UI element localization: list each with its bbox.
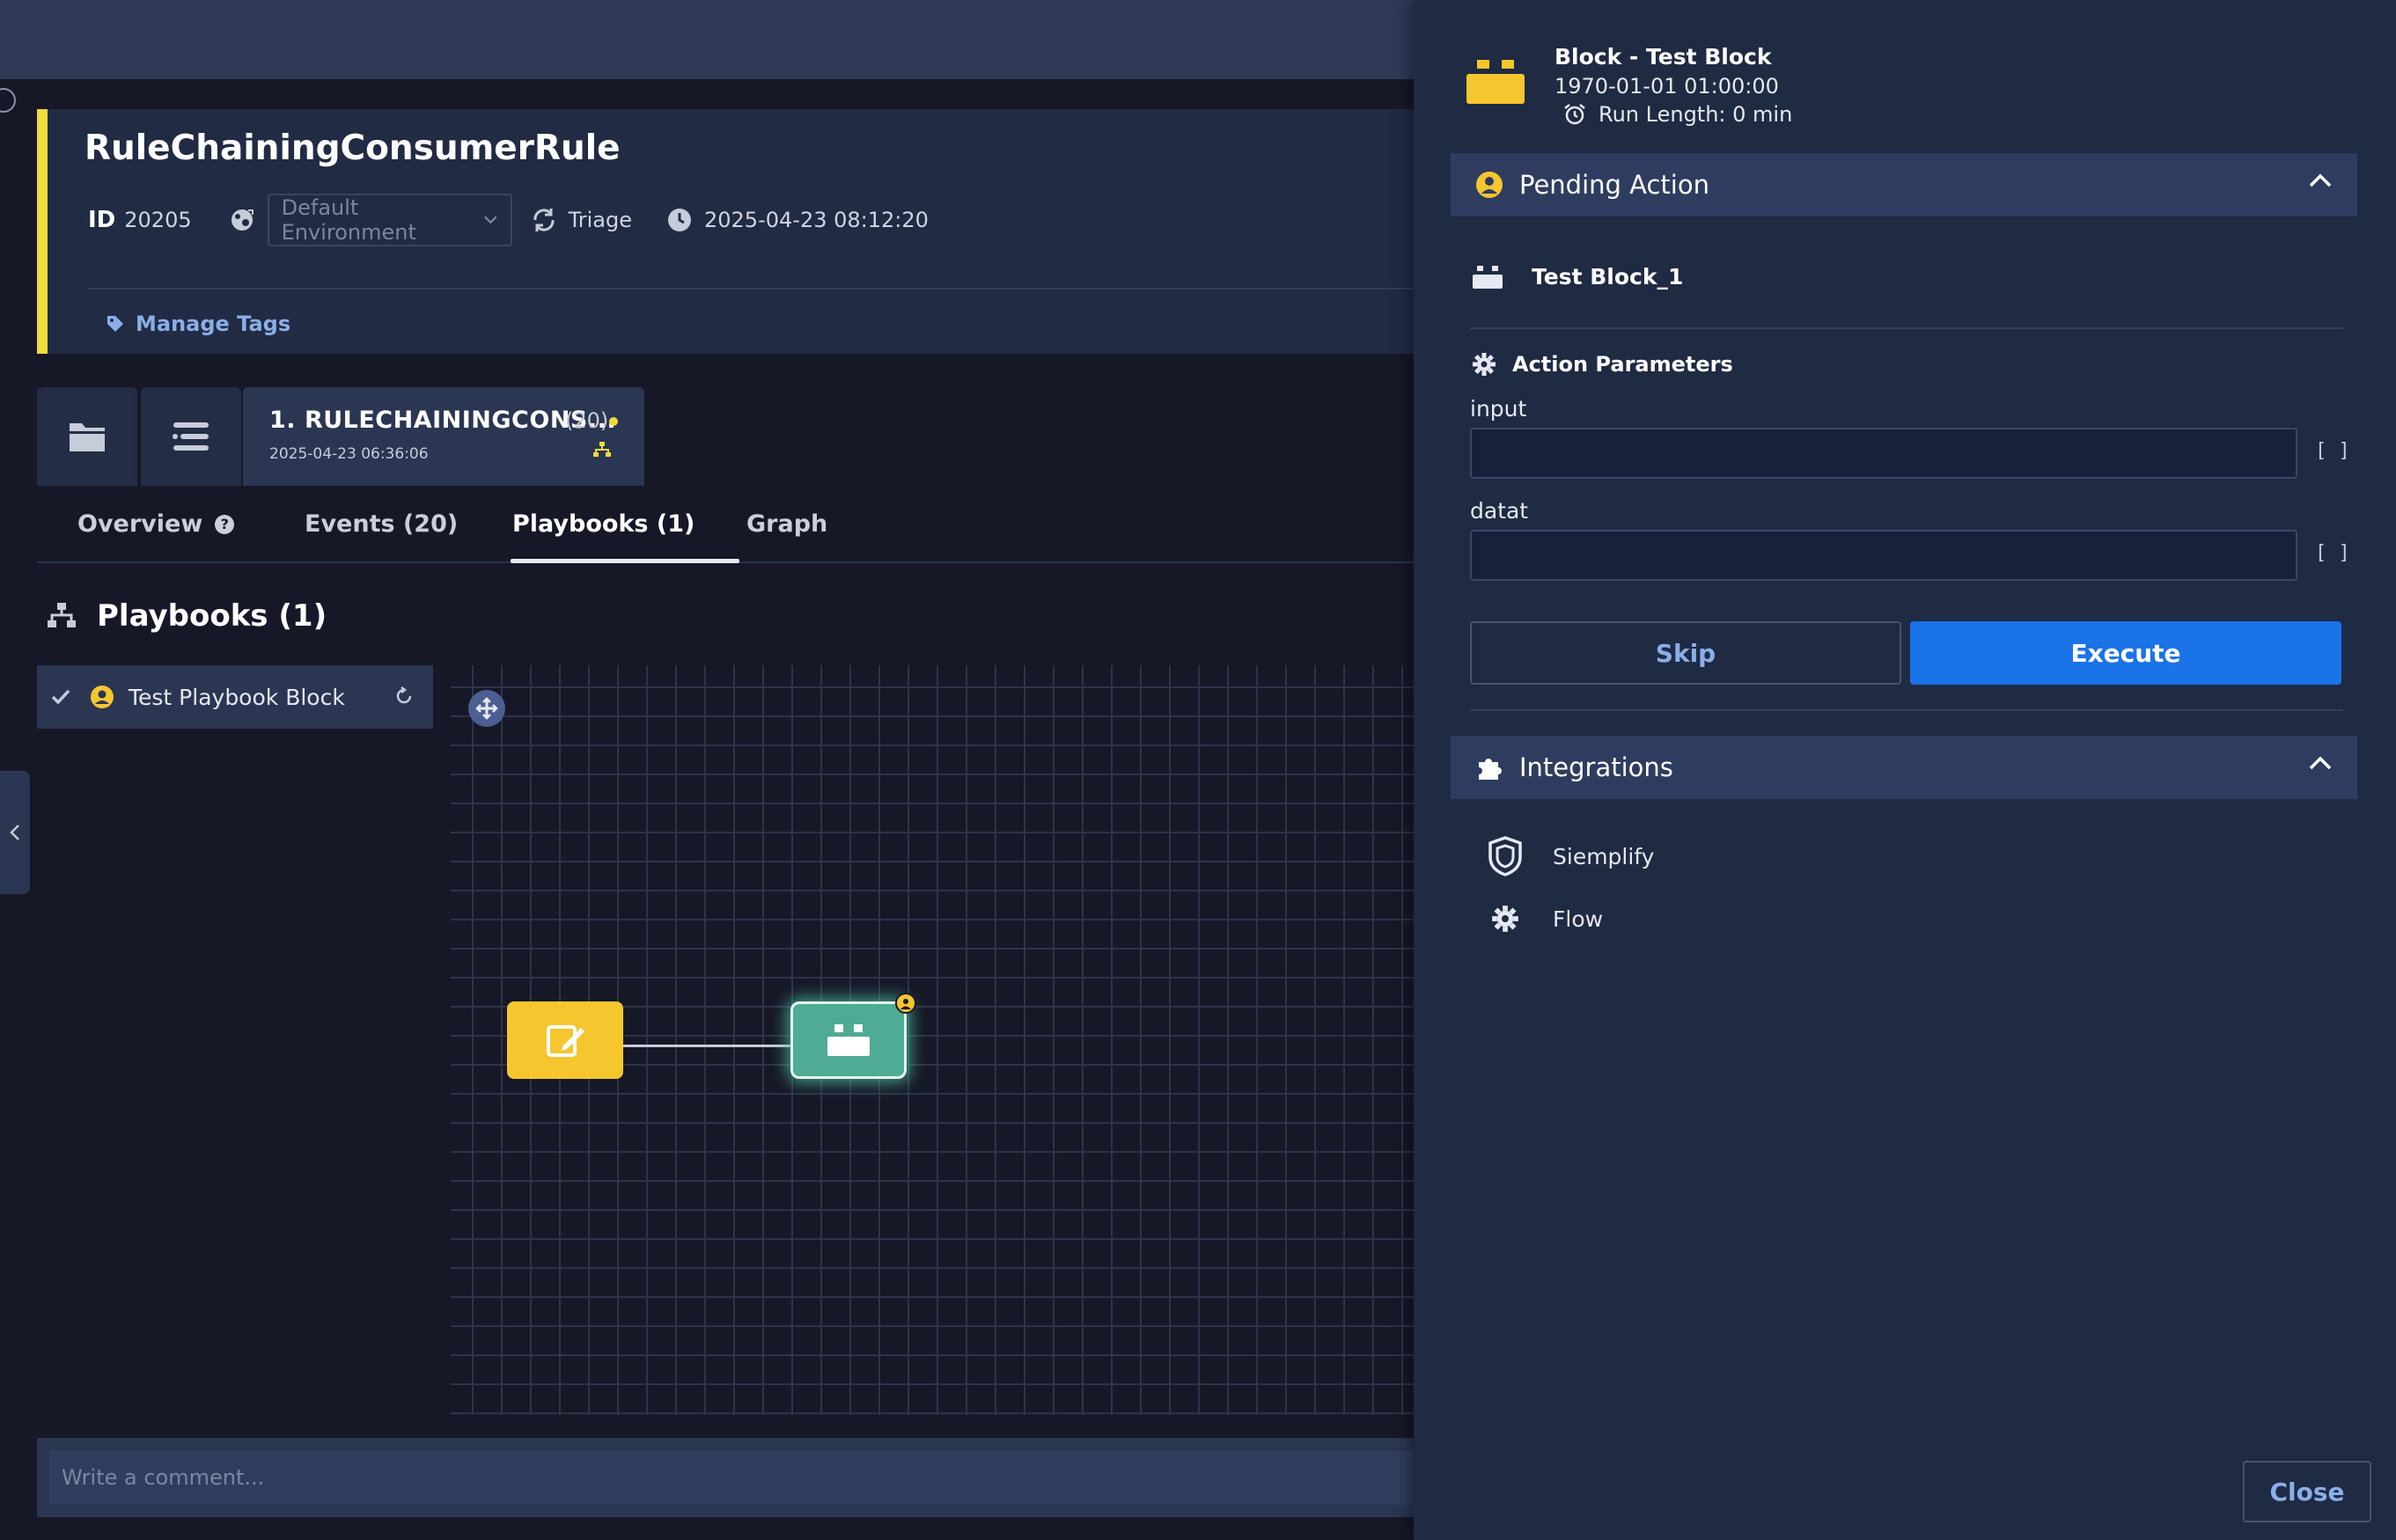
pending-user-badge — [895, 993, 916, 1014]
block-node[interactable] — [790, 1001, 907, 1079]
clock-icon — [668, 209, 691, 231]
tab-events[interactable]: Events (20) — [305, 510, 458, 538]
integration-label: Flow — [1553, 906, 1604, 932]
playbook-hierarchy-icon — [593, 442, 611, 457]
chevron-left-icon — [10, 825, 19, 840]
alert-tab[interactable]: 1. RULECHAININGCONS... (20) 2025-04-23 0… — [243, 387, 644, 486]
tab-graph[interactable]: Graph — [746, 510, 827, 538]
tag-icon — [107, 316, 123, 332]
chevron-up-icon[interactable] — [2308, 172, 2333, 188]
folder-tile[interactable] — [37, 387, 137, 486]
panel-date: 1970-01-01 01:00:00 — [1554, 74, 1779, 99]
stage-sync-icon — [533, 209, 555, 231]
pending-block: Test Block_1 — [1472, 264, 1683, 290]
case-meta: ID 20205 Default Environment Triage 2025… — [88, 194, 929, 246]
environment-value: Default Environment — [281, 195, 416, 245]
tab-label: Overview — [77, 510, 203, 538]
chevron-up-icon[interactable] — [2308, 755, 2333, 771]
run-length-text: Run Length: 0 min — [1599, 102, 1793, 127]
gear-icon — [1473, 353, 1496, 376]
case-tabs: Overview? Events (20) Playbooks (1) Grap… — [37, 486, 1426, 563]
sidebar-toggle[interactable] — [0, 771, 30, 894]
playbook-hierarchy-icon — [48, 603, 76, 627]
close-button[interactable]: Close — [2243, 1461, 2371, 1522]
field-label-datat: datat — [1470, 498, 1529, 524]
integrations-section[interactable]: Integrations — [1451, 736, 2357, 799]
gear-icon — [1492, 906, 1518, 932]
panel-title: Block - Test Block — [1554, 44, 1772, 70]
case-id-label: ID — [88, 207, 116, 233]
playbooks-header: Playbooks (1) — [48, 598, 327, 634]
integration-item-flow: Flow — [1484, 905, 1603, 933]
pan-button[interactable] — [468, 690, 505, 727]
skip-button[interactable]: Skip — [1470, 621, 1901, 685]
section-title: Integrations — [1519, 752, 1673, 782]
block-icon — [827, 1024, 870, 1056]
case-header: RuleChainingConsumerRule ID 20205 Defaul… — [37, 109, 1426, 354]
datat-field[interactable] — [1470, 530, 2297, 581]
alert-date: 2025-04-23 06:36:06 — [269, 445, 429, 463]
run-length: Run Length: 0 min — [1554, 102, 1792, 127]
user-icon — [91, 686, 114, 708]
comment-input[interactable] — [49, 1450, 1458, 1505]
puzzle-icon — [1479, 759, 1502, 780]
case-title: RuleChainingConsumerRule — [85, 128, 621, 168]
input-field[interactable] — [1470, 428, 2297, 479]
block-icon — [1473, 265, 1503, 289]
block-icon — [1466, 60, 1525, 104]
user-icon — [1476, 172, 1503, 198]
edit-icon — [547, 1025, 584, 1057]
playbook-item[interactable]: Test Playbook Block — [37, 665, 433, 729]
refresh-icon[interactable] — [394, 686, 414, 706]
trigger-node[interactable] — [507, 1001, 623, 1079]
case-timestamp: 2025-04-23 08:12:20 — [704, 208, 929, 232]
move-icon — [475, 697, 498, 720]
environment-select[interactable]: Default Environment — [267, 194, 512, 246]
action-parameters-title: Action Parameters — [1512, 352, 1733, 377]
execute-button[interactable]: Execute — [1910, 621, 2341, 685]
block-details-panel: Block - Test Block 1970-01-01 01:00:00 R… — [1414, 0, 2396, 1540]
section-title: Pending Action — [1519, 170, 1709, 200]
alarm-clock-icon — [1564, 104, 1585, 125]
user-icon — [900, 999, 911, 1009]
top-bar — [0, 0, 1426, 79]
action-parameters-header: Action Parameters — [1472, 352, 1733, 377]
case-stage: Triage — [568, 208, 632, 232]
placeholder-insert-button[interactable]: [ ] — [2315, 542, 2350, 564]
chevron-down-icon — [484, 216, 497, 224]
integration-item-siemplify: Siemplify — [1484, 836, 1654, 876]
tab-label: Events (20) — [305, 510, 459, 538]
integration-label: Siemplify — [1553, 843, 1655, 869]
shield-icon — [1488, 836, 1522, 876]
field-label-input: input — [1470, 396, 1527, 422]
divider — [1470, 327, 2343, 329]
placeholder-insert-button[interactable]: [ ] — [2315, 440, 2350, 462]
active-tab-indicator — [511, 559, 739, 563]
edge-handle-icon[interactable] — [0, 88, 16, 113]
pending-action-section[interactable]: Pending Action — [1451, 153, 2357, 216]
folder-icon — [70, 423, 105, 451]
node-connector — [623, 1045, 790, 1047]
comment-bar — [37, 1438, 1458, 1517]
alert-status-dot — [609, 417, 618, 426]
block-name: Test Block_1 — [1532, 264, 1684, 290]
tab-label: Graph — [746, 510, 828, 538]
case-id-value: 20205 — [124, 208, 192, 232]
tab-playbooks[interactable]: Playbooks (1) — [512, 510, 695, 538]
list-tile[interactable] — [141, 387, 241, 486]
help-icon[interactable]: ? — [215, 514, 235, 534]
environment-icon — [231, 209, 254, 231]
playbooks-title: Playbooks (1) — [97, 598, 327, 634]
playbook-item-label: Test Playbook Block — [129, 684, 345, 710]
tab-label: Playbooks (1) — [512, 510, 695, 538]
manage-tags-link[interactable]: Manage Tags — [106, 312, 290, 336]
alert-event-count: (20) — [565, 408, 609, 433]
divider — [88, 288, 1426, 290]
tab-overview[interactable]: Overview? — [77, 510, 235, 538]
check-icon — [51, 689, 70, 705]
divider — [1470, 709, 2343, 711]
manage-tags-label: Manage Tags — [136, 312, 291, 336]
list-icon — [173, 422, 209, 451]
